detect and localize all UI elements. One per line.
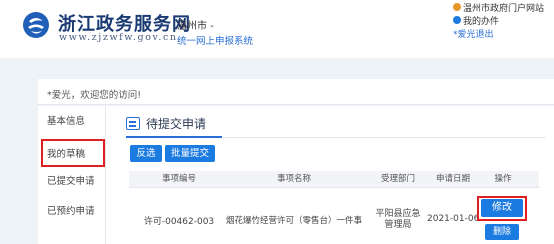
col-header-code: 事项编号: [161, 174, 196, 184]
main-content: 待提交申请 反选 批量提交 事项编号 事项名称 受理部门 申请日期 操作 许可-…: [106, 106, 554, 244]
col-header-action: 操作: [494, 174, 512, 184]
sidebar-item-my-drafts[interactable]: 我的草稿: [41, 139, 105, 167]
sidebar-item-basic-info[interactable]: 基本信息: [38, 108, 106, 136]
my-work-link[interactable]: 我的办件: [463, 14, 499, 27]
site-url: www.zjzwfw.gov.cn: [59, 32, 178, 43]
city-selector[interactable]: 温州市 -: [177, 17, 214, 32]
edit-button[interactable]: 修改: [481, 199, 523, 217]
portal-link[interactable]: 温州市政府门户网站: [463, 1, 544, 14]
section-title: 待提交申请: [146, 117, 207, 131]
table-header: 事项编号 事项名称 受理部门 申请日期 操作: [129, 171, 539, 188]
drafts-table: 事项编号 事项名称 受理部门 申请日期 操作 许可-00462-003 烟花爆竹…: [129, 171, 539, 244]
cell-code: 许可-00462-003: [143, 217, 215, 227]
site-header: 浙江政务服务网 www.zjzwfw.gov.cn 温州市 - 统一网上申报系统…: [0, 0, 554, 58]
section-underline: [126, 136, 222, 138]
sidebar-item-submitted[interactable]: 已提交申请: [38, 168, 106, 196]
system-link[interactable]: 统一网上申报系统: [177, 33, 253, 47]
col-header-name: 事项名称: [276, 174, 311, 184]
top-right-links: 温州市政府门户网站 我的办件 *爱光退出: [453, 1, 544, 40]
cell-name[interactable]: 烟花爆竹经营许可（零售台）一件事: [219, 214, 369, 226]
cell-date: 2021-01-06: [427, 214, 480, 224]
section-header: 待提交申请: [126, 115, 206, 132]
user-icon: [453, 16, 461, 24]
cell-dept: 平阳县应急管理局: [375, 209, 421, 230]
zjzwfw-logo-icon: [23, 12, 49, 38]
col-header-date: 申请日期: [435, 174, 470, 184]
batch-submit-button[interactable]: 批量提交: [165, 145, 215, 162]
invert-selection-button[interactable]: 反选: [130, 145, 162, 162]
sidebar-item-reserved[interactable]: 已预约申请: [38, 198, 106, 226]
col-header-dept: 受理部门: [380, 174, 415, 184]
home-icon: [453, 3, 461, 11]
list-icon: [126, 117, 140, 130]
sidebar: 基本信息 我的草稿 已提交申请 已预约申请: [38, 106, 106, 244]
logout-link[interactable]: *爱光退出: [453, 27, 494, 40]
delete-button[interactable]: 删除: [485, 224, 519, 240]
welcome-message: *爱光，欢迎您的访问!: [38, 79, 554, 105]
